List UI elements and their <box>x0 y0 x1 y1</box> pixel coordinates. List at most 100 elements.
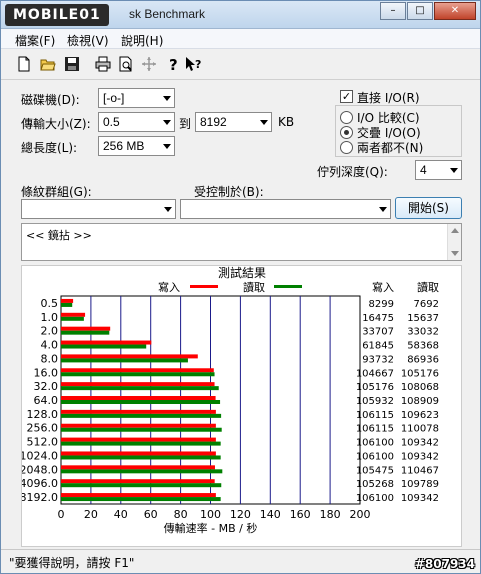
menu-view[interactable]: 檢視(V) <box>67 32 109 49</box>
open-folder-icon[interactable] <box>39 56 57 74</box>
start-button[interactable]: 開始(S) <box>395 197 462 219</box>
close-button[interactable]: ✕ <box>434 2 476 20</box>
category-label: 16.0 <box>34 366 59 379</box>
direct-io-checkbox[interactable]: ✓ <box>340 90 353 103</box>
x-tick-label: 100 <box>200 508 221 521</box>
bar-write <box>61 354 198 359</box>
write-value-label: 105475 <box>356 465 394 476</box>
title-bar[interactable]: MOBILE01 sk Benchmark – □ ✕ <box>1 1 480 29</box>
chevron-down-icon <box>163 120 171 125</box>
bar-write <box>61 396 216 400</box>
controlled-by-select[interactable] <box>180 199 391 219</box>
menu-bar: 檔案(F) 檢視(V) 說明(H) <box>1 29 480 49</box>
bar-read <box>61 413 222 418</box>
print-preview-icon[interactable] <box>117 56 135 74</box>
watermark: #807934 <box>414 557 475 571</box>
log-scrollbar[interactable] <box>447 224 461 260</box>
x-tick-label: 140 <box>260 508 281 521</box>
category-label: 4096.0 <box>22 477 58 490</box>
write-value-label: 8299 <box>369 299 394 310</box>
bar-write <box>61 493 216 498</box>
total-length-label: 總長度(L): <box>21 141 78 155</box>
transfer-from-select[interactable]: 0.5 <box>98 112 175 132</box>
x-tick-label: 20 <box>84 508 98 521</box>
read-value-label: 110078 <box>401 424 439 435</box>
bar-write <box>61 326 111 331</box>
window-title: sk Benchmark <box>129 7 206 21</box>
status-bar: "要獲得說明，請按 F1" <box>1 549 480 573</box>
queue-depth-label: 佇列深度(Q): <box>317 165 388 179</box>
drive-select[interactable]: [-o-] <box>98 88 175 108</box>
queue-depth-value: 4 <box>420 163 427 177</box>
write-value-label: 93732 <box>362 354 394 365</box>
save-icon[interactable] <box>63 56 81 74</box>
bar-write <box>61 479 215 484</box>
bar-write <box>61 382 215 387</box>
read-value-label: 33032 <box>407 327 439 338</box>
category-label: 8192.0 <box>22 491 58 504</box>
category-label: 32.0 <box>34 380 59 393</box>
app-window: MOBILE01 sk Benchmark – □ ✕ 檔案(F) 檢視(V) … <box>0 0 481 574</box>
bar-read <box>61 427 222 432</box>
overlapped-io-radio[interactable] <box>340 126 353 139</box>
menu-file[interactable]: 檔案(F) <box>15 32 55 49</box>
svg-text:?: ? <box>195 58 201 71</box>
help-icon[interactable]: ? <box>164 56 182 74</box>
total-length-value: 256 MB <box>103 139 145 153</box>
bar-read <box>61 372 215 377</box>
transfer-to-select[interactable]: 8192 <box>195 112 272 132</box>
io-compare-radio[interactable] <box>340 111 353 124</box>
mobile01-logo: MOBILE01 <box>5 4 109 26</box>
bar-read <box>61 344 147 349</box>
write-value-label: 61845 <box>362 341 394 352</box>
legend-label-write: 寫入 <box>158 280 180 294</box>
results-panel: 測試結果 寫入 讀取 寫入 讀取 0 20 40 60 80 100 120 140 160 180 200 傳… <box>20 265 462 547</box>
read-column-header: 讀取 <box>417 280 439 294</box>
chevron-down-icon <box>163 96 171 101</box>
maximize-button[interactable]: □ <box>407 2 433 20</box>
queue-depth-select[interactable]: 4 <box>415 160 462 180</box>
bar-write <box>61 423 216 428</box>
read-value-label: 109342 <box>401 438 439 449</box>
neither-radio[interactable] <box>340 141 353 154</box>
bar-read <box>61 330 110 335</box>
print-icon[interactable] <box>94 56 112 74</box>
read-value-label: 58368 <box>407 341 439 352</box>
category-label: 0.5 <box>41 297 59 310</box>
category-label: 1.0 <box>41 311 59 324</box>
total-length-select[interactable]: 256 MB <box>98 136 175 156</box>
bar-write <box>61 437 216 442</box>
read-value-label: 86936 <box>407 354 439 365</box>
status-text: "要獲得說明，請按 F1" <box>9 556 135 570</box>
write-value-label: 16475 <box>362 313 394 324</box>
x-tick-label: 160 <box>290 508 311 521</box>
bar-read <box>61 316 84 321</box>
category-label: 4.0 <box>41 339 59 352</box>
scroll-down-icon[interactable] <box>451 251 459 256</box>
x-tick-label: 40 <box>114 508 128 521</box>
bar-read <box>61 358 188 363</box>
window-controls: – □ ✕ <box>379 2 476 20</box>
move-icon[interactable] <box>140 56 158 74</box>
chevron-down-icon <box>163 144 171 149</box>
write-value-label: 106100 <box>356 493 394 504</box>
new-file-icon[interactable] <box>15 56 33 74</box>
write-value-label: 105932 <box>356 396 394 407</box>
context-help-icon[interactable]: ? <box>185 56 203 74</box>
scroll-up-icon[interactable] <box>451 228 459 233</box>
write-value-label: 106100 <box>356 438 394 449</box>
stripe-group-select[interactable] <box>21 199 176 219</box>
log-text: << 鏡拈 >> <box>26 229 92 242</box>
chevron-down-icon <box>379 207 387 212</box>
chevron-down-icon <box>260 120 268 125</box>
bar-read <box>61 483 222 488</box>
minimize-button[interactable]: – <box>380 2 406 20</box>
read-value-label: 109342 <box>401 493 439 504</box>
log-output[interactable]: << 鏡拈 >> <box>21 223 462 261</box>
category-label: 512.0 <box>27 436 59 449</box>
write-value-label: 105176 <box>356 382 394 393</box>
menu-help[interactable]: 說明(H) <box>121 32 163 49</box>
neither-label: 兩者都不(N) <box>357 141 424 155</box>
chevron-down-icon <box>164 207 172 212</box>
bar-write <box>61 298 74 303</box>
